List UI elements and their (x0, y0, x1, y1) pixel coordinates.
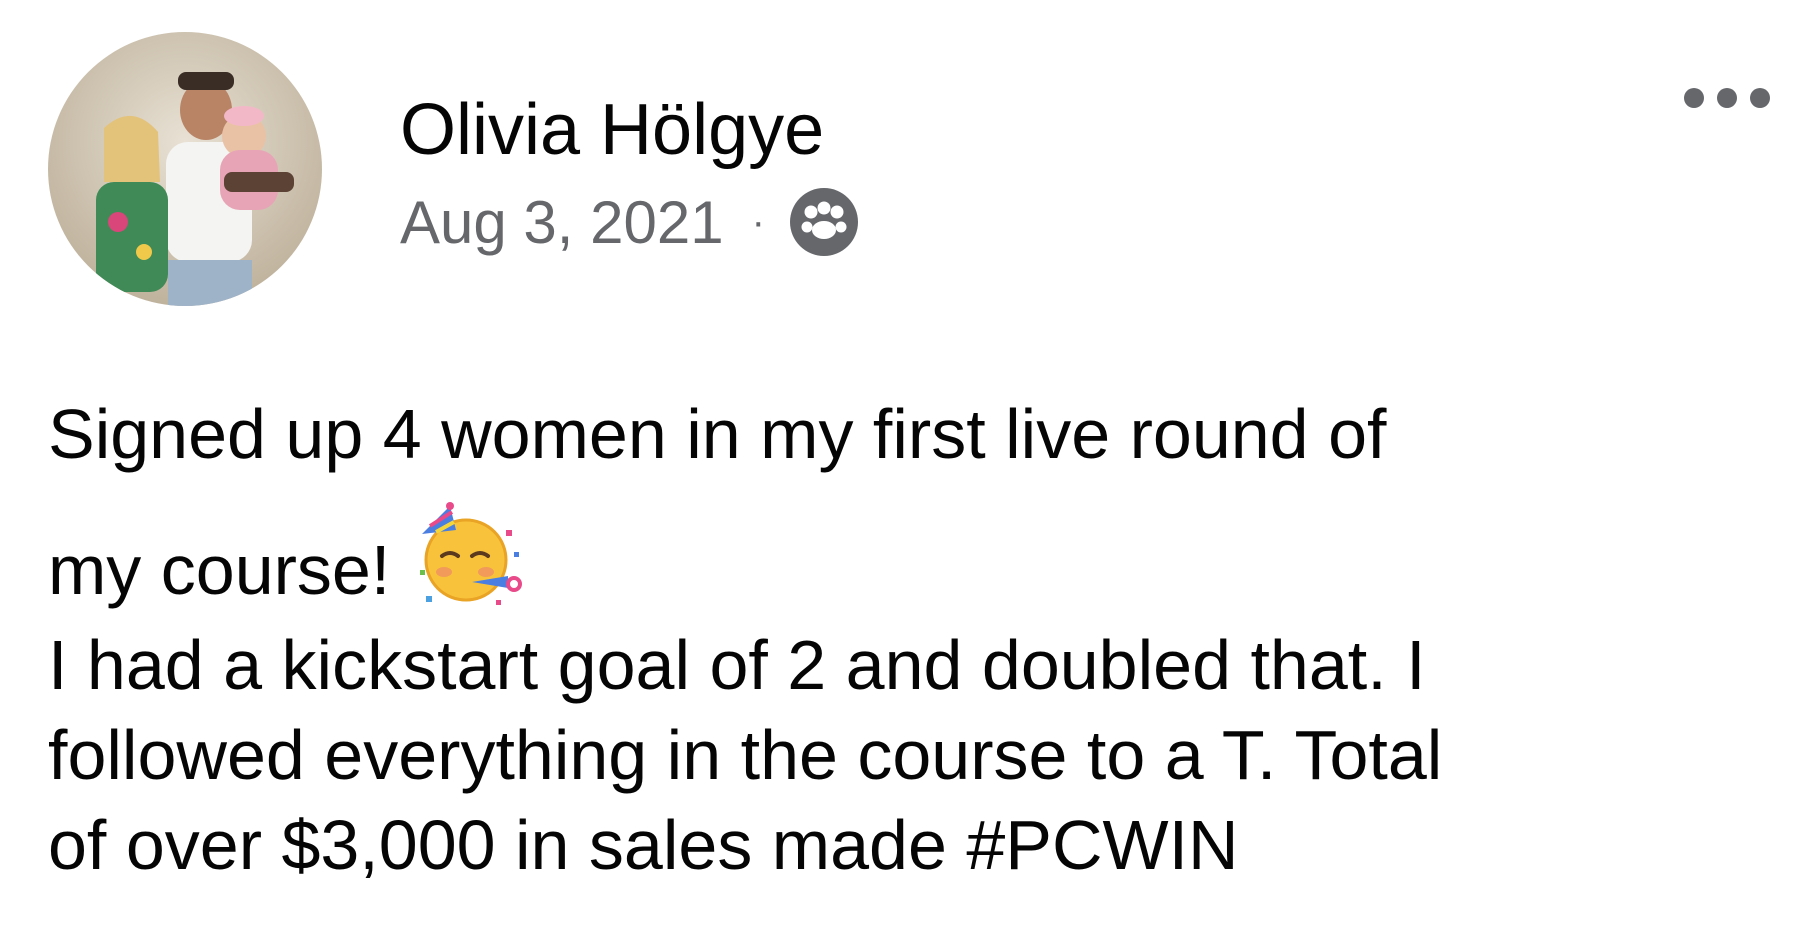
post-timestamp[interactable]: Aug 3, 2021 (400, 188, 724, 257)
post-text-line: followed everything in the course to a T… (48, 716, 1443, 794)
author-name[interactable]: Olivia Hölgye (400, 88, 824, 172)
post-text-line: of over $3,000 in sales made (48, 806, 967, 884)
partying-face-emoji-icon (416, 500, 526, 610)
post-text-line: Signed up 4 women in my first live round… (48, 395, 1387, 473)
hashtag-link[interactable]: #PCWIN (966, 806, 1238, 884)
author-avatar[interactable] (48, 32, 322, 306)
more-options-icon (1684, 88, 1770, 108)
post-text-line: I had a kickstart goal of 2 and doubled … (48, 626, 1426, 704)
post-meta: Aug 3, 2021 · (400, 182, 861, 262)
meta-separator: · (751, 200, 765, 244)
post-card: Olivia Hölgye Aug 3, 2021 · Signed up 4 … (0, 0, 1818, 952)
more-options-button[interactable] (1672, 70, 1782, 126)
group-members-icon[interactable] (787, 185, 861, 259)
post-body: Signed up 4 women in my first live round… (48, 392, 1788, 890)
post-text-line: my course! (48, 502, 1788, 612)
avatar-photo (48, 32, 322, 306)
post-text-paragraph: I had a kickstart goal of 2 and doubled … (48, 620, 1788, 890)
post-text-segment: my course! (48, 531, 391, 609)
